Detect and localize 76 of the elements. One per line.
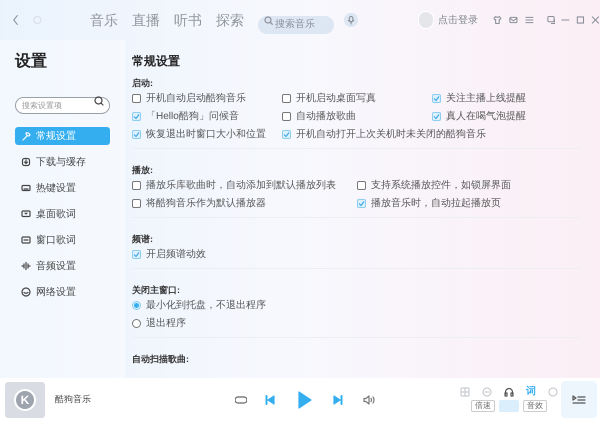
checkbox[interactable] [132,130,141,138]
grid-icon[interactable] [460,387,470,397]
option-label: 将酷狗音乐作为默认播放器 [146,196,266,210]
search-field[interactable]: 搜索音乐 [258,16,334,34]
menu-item-icon [21,261,31,271]
checkbox[interactable] [432,94,441,102]
page-title: 常规设置 [132,53,181,70]
next-icon[interactable] [333,394,343,404]
previous-icon[interactable] [265,394,275,404]
menu-item-icon [21,235,31,245]
menu-item-icon [21,157,31,167]
search-icon [264,16,273,25]
mic-icon[interactable] [344,12,358,28]
menu-item-icon [21,287,31,297]
menu-item-icon [21,131,31,141]
back-icon[interactable] [12,14,20,26]
login-link[interactable]: 点击登录 [438,12,478,28]
option-label: 退出程序 [146,316,186,330]
checkbox[interactable] [357,198,366,208]
section-heading: 关闭主窗口: [132,284,181,298]
play-icon[interactable] [297,390,313,410]
menu-item-icon [21,209,31,219]
section-heading: 播放: [132,164,154,178]
checkbox[interactable] [432,112,441,120]
section-heading: 自动扫描歌曲: [132,353,190,366]
shirt-icon[interactable] [493,15,502,25]
search-icon [94,96,104,106]
checkbox[interactable] [282,130,291,138]
section-heading: 启动: [132,77,154,90]
close-icon[interactable] [591,15,600,25]
radio-button[interactable] [132,300,141,310]
checkbox[interactable] [357,180,366,190]
option-label: 自动播放歌曲 [296,110,356,124]
checkbox[interactable] [132,198,141,208]
option-label: 关注主播上线提醒 [446,92,526,106]
sidebar-title: 设置 [15,52,48,72]
headphones-icon[interactable] [504,387,514,397]
sidebar-item[interactable]: 桌面歌词 [15,205,110,223]
sidebar-item[interactable]: 音频设置 [15,257,110,275]
loop-icon[interactable] [235,394,247,404]
logo-letter: K [14,388,36,410]
chip-button[interactable]: 倍速 [471,400,495,412]
option-label: 开启频谱动效 [146,248,206,262]
playlist-button[interactable] [561,381,597,418]
option-label: 恢复退出时窗口大小和位置 [146,128,266,142]
option-label: 开机自动打开上次关机时未关闭的酷狗音乐 [296,128,486,142]
checkbox[interactable] [282,112,291,120]
volume-icon[interactable] [363,394,375,404]
option-label: 开机自动启动酷狗音乐 [146,92,246,106]
option-label: 播放音乐时，自动拉起播放页 [371,196,501,210]
option-label: 「Hello酷狗」问候音 [146,110,239,124]
option-label: 支持系统播放控件，如锁屏界面 [371,178,511,192]
menu-icon[interactable] [524,15,534,25]
checkbox[interactable] [132,180,141,190]
option-label: 开机启动桌面写真 [296,92,376,106]
section-heading: 频谱: [132,233,154,246]
radio-button[interactable] [132,318,141,328]
mini-mode-icon[interactable] [546,15,556,25]
track-title: 酷狗音乐 [55,392,92,406]
settings-search-field[interactable]: 搜索设置项 [15,97,110,114]
checkbox[interactable] [132,250,141,258]
option-label: 播放乐库歌曲时，自动添加到默认播放列表 [146,178,336,192]
playlist-icon [572,394,586,406]
sidebar-item[interactable]: 下载与缓存 [15,153,110,171]
sidebar-item[interactable]: 窗口歌词 [15,231,110,249]
sidebar-item[interactable]: 热键设置 [15,179,110,197]
chip-button[interactable]: 音效 [523,400,547,412]
maximize-icon[interactable] [576,15,586,25]
sidebar-item[interactable]: 网络设置 [15,283,110,301]
checkbox[interactable] [282,94,291,102]
mail-icon[interactable] [509,15,518,25]
option-label: 真人在喝气泡提醒 [446,110,526,124]
menu-item-icon [21,183,31,193]
checkbox[interactable] [132,112,141,120]
option-label: 最小化到托盘，不退出程序 [146,298,266,312]
checkbox[interactable] [132,94,141,102]
